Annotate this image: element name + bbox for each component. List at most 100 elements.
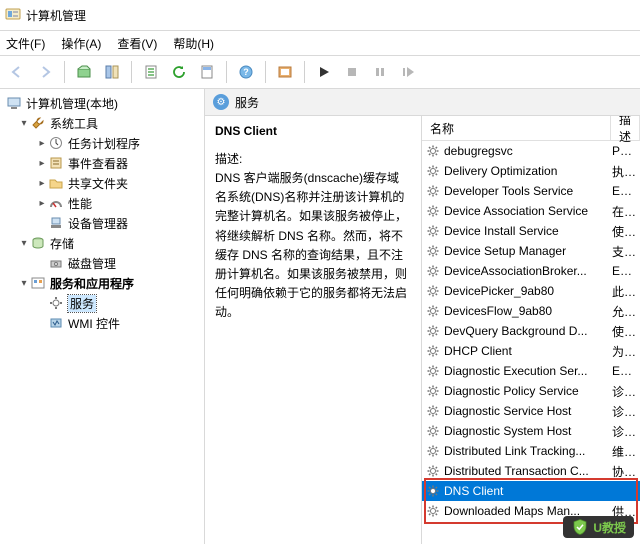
menu-file[interactable]: 文件(F) (6, 35, 45, 52)
wmi-icon (48, 315, 64, 331)
gear-icon (426, 464, 440, 478)
description-text: DNS 客户端服务(dnscache)缓存域名系统(DNS)名称并注册该计算机的… (215, 169, 411, 323)
service-name-cell: Distributed Transaction C... (422, 464, 606, 478)
restart-button[interactable] (395, 59, 421, 85)
chevron-right-icon[interactable]: ▸ (36, 198, 48, 209)
tree-event-viewer[interactable]: ▸ 事件查看器 (2, 153, 202, 173)
service-name-cell: DHCP Client (422, 344, 606, 358)
tree-services[interactable]: ▸ 服务 (2, 293, 202, 313)
list-row[interactable]: DevicesFlow_9ab80允许... (422, 301, 640, 321)
list-row[interactable]: Distributed Transaction C...协调... (422, 461, 640, 481)
detail-pane: DNS Client 描述: DNS 客户端服务(dnscache)缓存域名系统… (205, 116, 422, 544)
service-name-cell: Diagnostic System Host (422, 424, 606, 438)
nav-forward-button[interactable] (32, 59, 58, 85)
tree-performance[interactable]: ▸ 性能 (2, 193, 202, 213)
service-name-cell: Device Association Service (422, 204, 606, 218)
tree-task-scheduler[interactable]: ▸ 任务计划程序 (2, 133, 202, 153)
tree-storage[interactable]: ▾ 存储 (2, 233, 202, 253)
service-name-cell: DeviceAssociationBroker... (422, 264, 606, 278)
services-list[interactable]: 名称 描述 debugregsvcProv...Delivery Optimiz… (422, 116, 640, 544)
column-desc[interactable]: 描述 (611, 116, 640, 140)
menubar: 文件(F) 操作(A) 查看(V) 帮助(H) (0, 31, 640, 55)
chevron-down-icon[interactable]: ▾ (18, 238, 30, 249)
pause-button[interactable] (367, 59, 393, 85)
list-row[interactable]: Developer Tools ServiceEna... (422, 181, 640, 201)
list-row[interactable]: Distributed Link Tracking...维护... (422, 441, 640, 461)
service-desc-cell: 为此... (606, 343, 640, 360)
list-row[interactable]: Diagnostic Execution Ser...Exec... (422, 361, 640, 381)
folder-share-icon (48, 175, 64, 191)
list-row[interactable]: Diagnostic System Host诊断... (422, 421, 640, 441)
list-row[interactable]: DHCP Client为此... (422, 341, 640, 361)
tree-system-tools[interactable]: ▾ 系统工具 (2, 113, 202, 133)
gear-icon (426, 444, 440, 458)
event-icon (48, 155, 64, 171)
tree-disk-mgmt[interactable]: ▸ 磁盘管理 (2, 253, 202, 273)
list-row[interactable]: DNS Client (422, 481, 640, 501)
clock-icon (48, 135, 64, 151)
chevron-right-icon[interactable]: ▸ (36, 178, 48, 189)
gear-icon (426, 144, 440, 158)
list-row[interactable]: DevicePicker_9ab80此用... (422, 281, 640, 301)
nav-back-button[interactable] (4, 59, 30, 85)
column-name[interactable]: 名称 (422, 116, 611, 140)
gear-icon (426, 284, 440, 298)
service-desc-cell: 支持... (606, 243, 640, 260)
menu-help[interactable]: 帮助(H) (173, 35, 214, 52)
list-row[interactable]: Diagnostic Policy Service诊断... (422, 381, 640, 401)
navigation-tree[interactable]: 计算机管理(本地) ▾ 系统工具 ▸ 任务计划程序 ▸ 事件查看器 ▸ 共享文件… (0, 89, 205, 544)
service-name-cell: Diagnostic Policy Service (422, 384, 606, 398)
refresh-button[interactable] (166, 59, 192, 85)
toolbar-button-7[interactable] (272, 59, 298, 85)
service-desc-cell: 诊断... (606, 383, 640, 400)
chevron-right-icon[interactable]: ▸ (36, 158, 48, 169)
list-header[interactable]: 名称 描述 (422, 116, 640, 141)
list-row[interactable]: Delivery Optimization执行... (422, 161, 640, 181)
service-desc-cell: 诊断... (606, 423, 640, 440)
menu-view[interactable]: 查看(V) (117, 35, 157, 52)
toolbar-button-2[interactable] (99, 59, 125, 85)
list-row[interactable]: Device Install Service使计... (422, 221, 640, 241)
tree-services-apps[interactable]: ▾ 服务和应用程序 (2, 273, 202, 293)
list-row[interactable]: DeviceAssociationBroker...Ena... (422, 261, 640, 281)
gear-icon (426, 484, 440, 498)
service-name-cell: DNS Client (422, 484, 606, 498)
list-row[interactable]: Device Setup Manager支持... (422, 241, 640, 261)
list-row[interactable]: Diagnostic Service Host诊断... (422, 401, 640, 421)
chevron-right-icon[interactable]: ▸ (36, 138, 48, 149)
service-name-cell: Diagnostic Execution Ser... (422, 364, 606, 378)
disk-icon (48, 255, 64, 271)
toolbar-button-1[interactable] (71, 59, 97, 85)
gear-icon (426, 304, 440, 318)
service-desc-cell: 使计... (606, 223, 640, 240)
gear-icon (426, 344, 440, 358)
computer-icon (6, 95, 22, 111)
tree-device-manager[interactable]: ▸ 设备管理器 (2, 213, 202, 233)
help-button[interactable]: ? (233, 59, 259, 85)
service-desc-cell: 协调... (606, 463, 640, 480)
tree-wmi[interactable]: ▸ WMI 控件 (2, 313, 202, 333)
tree-shared-folders[interactable]: ▸ 共享文件夹 (2, 173, 202, 193)
list-row[interactable]: DevQuery Background D...使应... (422, 321, 640, 341)
gear-icon (426, 504, 440, 518)
wrench-icon (30, 115, 46, 131)
service-desc-cell: 维护... (606, 443, 640, 460)
service-desc-cell: 此用... (606, 283, 640, 300)
gear-icon (426, 244, 440, 258)
list-row[interactable]: Device Association Service在系... (422, 201, 640, 221)
export-list-button[interactable] (138, 59, 164, 85)
service-name-cell: Developer Tools Service (422, 184, 606, 198)
start-button[interactable] (311, 59, 337, 85)
menu-action[interactable]: 操作(A) (61, 35, 101, 52)
properties-button[interactable] (194, 59, 220, 85)
gear-icon (426, 224, 440, 238)
tree-root[interactable]: 计算机管理(本地) (2, 93, 202, 113)
gear-icon (426, 184, 440, 198)
storage-icon (30, 235, 46, 251)
service-desc-cell: Ena... (606, 264, 640, 278)
service-name-cell: DevicePicker_9ab80 (422, 284, 606, 298)
chevron-down-icon[interactable]: ▾ (18, 118, 30, 129)
chevron-down-icon[interactable]: ▾ (18, 278, 30, 289)
list-row[interactable]: debugregsvcProv... (422, 141, 640, 161)
stop-button[interactable] (339, 59, 365, 85)
